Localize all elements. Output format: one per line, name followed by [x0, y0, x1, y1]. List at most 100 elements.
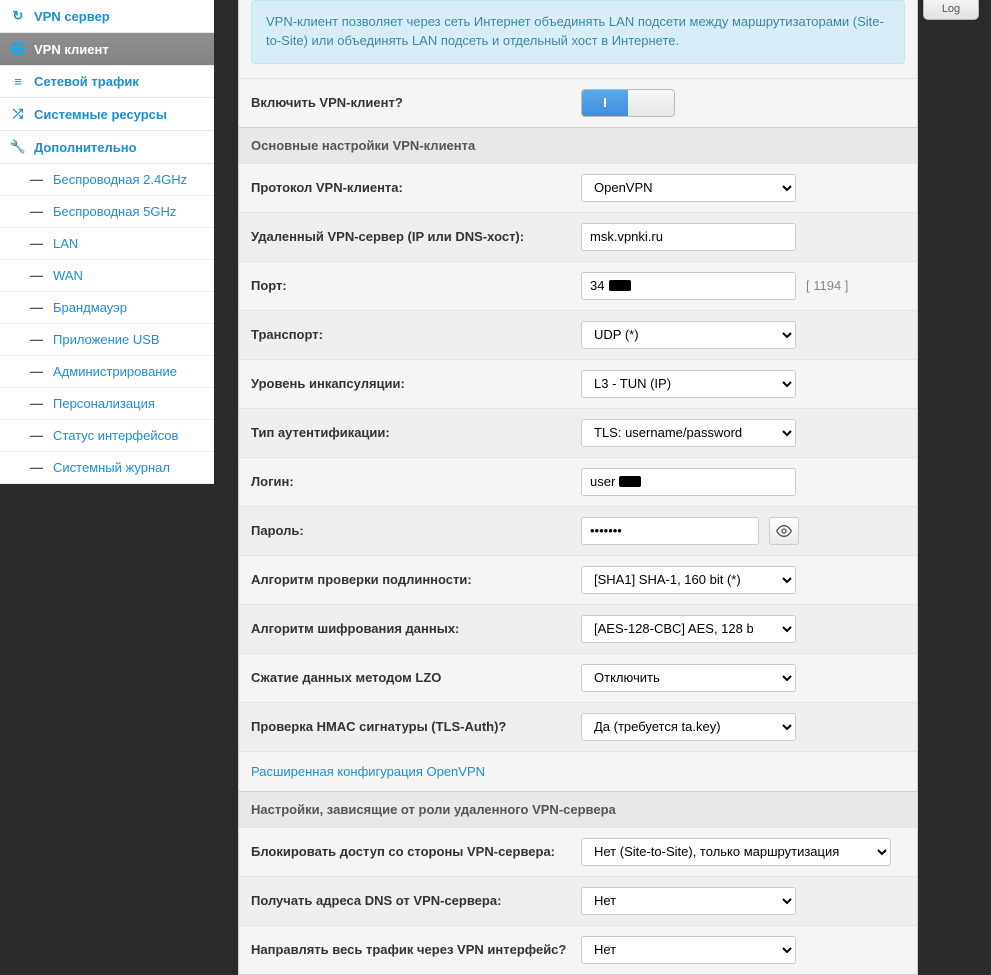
tlsauth-label: Проверка HMAC сигнатуры (TLS-Auth)?	[251, 719, 581, 734]
section-role-settings: Настройки, зависящие от роли удаленного …	[239, 791, 917, 827]
route-label: Направлять весь трафик через VPN интерфе…	[251, 942, 581, 957]
dash-icon: —	[30, 332, 43, 347]
login-input[interactable]	[581, 468, 796, 496]
dash-icon: —	[30, 300, 43, 315]
sidebar-sub-lan[interactable]: — LAN	[0, 228, 214, 260]
dash-icon: —	[30, 364, 43, 379]
row-authalgo: Алгоритм проверки подлинности: [SHA1] SH…	[239, 555, 917, 604]
sidebar-item-label: VPN клиент	[34, 42, 109, 57]
row-encap: Уровень инкапсуляции: L3 - TUN (IP)	[239, 359, 917, 408]
redacted-mark	[619, 476, 641, 487]
lzo-select[interactable]: Отключить	[581, 664, 796, 692]
route-select[interactable]: Нет	[581, 936, 796, 964]
sidebar-sub-firewall[interactable]: — Брандмауэр	[0, 292, 214, 324]
dns-select[interactable]: Нет	[581, 887, 796, 915]
row-advanced-link: Расширенная конфигурация OpenVPN	[239, 751, 917, 791]
sidebar-item-label: Дополнительно	[34, 140, 137, 155]
globe-icon: 🌐	[10, 41, 26, 57]
sidebar-sub-ifstatus[interactable]: — Статус интерфейсов	[0, 420, 214, 452]
sidebar-sub-label: Приложение USB	[53, 332, 160, 347]
sidebar-sub-label: Системный журнал	[53, 460, 170, 475]
row-block: Блокировать доступ со стороны VPN-сервер…	[239, 827, 917, 876]
row-password: Пароль:	[239, 506, 917, 555]
transport-select[interactable]: UDP (*)	[581, 321, 796, 349]
redacted-mark	[609, 280, 631, 291]
sidebar-item-label: VPN сервер	[34, 9, 110, 24]
sidebar-sub-label: Администрирование	[53, 364, 177, 379]
dash-icon: —	[30, 396, 43, 411]
sidebar-item-resources[interactable]: ⤮ Системные ресурсы	[0, 98, 214, 131]
server-label: Удаленный VPN-сервер (IP или DNS-хост):	[251, 229, 581, 244]
auth-label: Тип аутентификации:	[251, 425, 581, 440]
sidebar-item-advanced[interactable]: 🔧 Дополнительно	[0, 131, 214, 164]
section-main-settings: Основные настройки VPN-клиента	[239, 127, 917, 163]
wrench-icon: 🔧	[10, 139, 26, 155]
reveal-password-button[interactable]	[769, 517, 799, 545]
eye-icon	[776, 523, 792, 539]
row-server: Удаленный VPN-сервер (IP или DNS-хост):	[239, 212, 917, 261]
sidebar-item-vpn-client[interactable]: 🌐 VPN клиент	[0, 33, 214, 66]
protocol-label: Протокол VPN-клиента:	[251, 180, 581, 195]
sidebar-sub-wifi5[interactable]: — Беспроводная 5GHz	[0, 196, 214, 228]
enable-toggle[interactable]: I	[581, 89, 675, 117]
sidebar-sub-syslog[interactable]: — Системный журнал	[0, 452, 214, 484]
tlsauth-select[interactable]: Да (требуется ta.key)	[581, 713, 796, 741]
block-select[interactable]: Нет (Site-to-Site), только маршрутизация	[581, 838, 891, 866]
sidebar: ↻ VPN сервер 🌐 VPN клиент ≡ Сетевой траф…	[0, 0, 214, 484]
row-protocol: Протокол VPN-клиента: OpenVPN	[239, 163, 917, 212]
sidebar-sub-admin[interactable]: — Администрирование	[0, 356, 214, 388]
row-lzo: Сжатие данных методом LZO Отключить	[239, 653, 917, 702]
sidebar-item-traffic[interactable]: ≡ Сетевой трафик	[0, 66, 214, 98]
sidebar-sub-wan[interactable]: — WAN	[0, 260, 214, 292]
row-transport: Транспорт: UDP (*)	[239, 310, 917, 359]
transport-label: Транспорт:	[251, 327, 581, 342]
block-label: Блокировать доступ со стороны VPN-сервер…	[251, 844, 581, 859]
authalgo-select[interactable]: [SHA1] SHA-1, 160 bit (*)	[581, 566, 796, 594]
info-box: VPN-клиент позволяет через сеть Интернет…	[251, 0, 905, 64]
sidebar-item-vpn-server[interactable]: ↻ VPN сервер	[0, 0, 214, 33]
sidebar-sub-label: Беспроводная 5GHz	[53, 204, 176, 219]
dash-icon: —	[30, 460, 43, 475]
shuffle-icon: ⤮	[10, 106, 26, 122]
protocol-select[interactable]: OpenVPN	[581, 174, 796, 202]
swap-icon: ↻	[10, 8, 26, 24]
sidebar-sub-wifi24[interactable]: —Беспроводная 2.4GHz	[0, 164, 214, 196]
log-tab[interactable]: Log	[923, 0, 979, 20]
sidebar-sub-label: Персонализация	[53, 396, 155, 411]
advanced-config-link[interactable]: Расширенная конфигурация OpenVPN	[251, 764, 485, 779]
cipher-select[interactable]: [AES-128-CBC] AES, 128 bit	[581, 615, 796, 643]
dash-icon: —	[30, 236, 43, 251]
row-port: Порт: [ 1194 ]	[239, 261, 917, 310]
dash-icon: —	[30, 428, 43, 443]
lzo-label: Сжатие данных методом LZO	[251, 670, 581, 685]
sidebar-item-label: Системные ресурсы	[34, 107, 167, 122]
sidebar-sub-label: Беспроводная 2.4GHz	[53, 172, 187, 187]
password-input[interactable]	[581, 517, 759, 545]
dns-label: Получать адреса DNS от VPN-сервера:	[251, 893, 581, 908]
sidebar-item-label: Сетевой трафик	[34, 74, 139, 89]
port-hint: [ 1194 ]	[806, 278, 848, 293]
row-login: Логин:	[239, 457, 917, 506]
sidebar-sub-usb[interactable]: — Приложение USB	[0, 324, 214, 356]
bars-icon: ≡	[10, 74, 26, 89]
server-input[interactable]	[581, 223, 796, 251]
port-label: Порт:	[251, 278, 581, 293]
encap-label: Уровень инкапсуляции:	[251, 376, 581, 391]
sidebar-sub-personal[interactable]: — Персонализация	[0, 388, 214, 420]
dash-icon: —	[30, 268, 43, 283]
sidebar-sub-label: WAN	[53, 268, 83, 283]
row-tlsauth: Проверка HMAC сигнатуры (TLS-Auth)? Да (…	[239, 702, 917, 751]
main-panel: VPN-клиент позволяет через сеть Интернет…	[238, 0, 918, 975]
cipher-label: Алгоритм шифрования данных:	[251, 621, 581, 636]
encap-select[interactable]: L3 - TUN (IP)	[581, 370, 796, 398]
row-cipher: Алгоритм шифрования данных: [AES-128-CBC…	[239, 604, 917, 653]
toggle-off	[628, 90, 674, 116]
row-dns: Получать адреса DNS от VPN-сервера: Нет	[239, 876, 917, 925]
row-enable: Включить VPN-клиент? I	[239, 78, 917, 127]
row-auth: Тип аутентификации: TLS: username/passwo…	[239, 408, 917, 457]
sidebar-sub-label: Брандмауэр	[53, 300, 127, 315]
auth-select[interactable]: TLS: username/password	[581, 419, 796, 447]
sidebar-sub-label: LAN	[53, 236, 78, 251]
dash-icon: —	[30, 204, 43, 219]
sidebar-sub-label: Статус интерфейсов	[53, 428, 178, 443]
